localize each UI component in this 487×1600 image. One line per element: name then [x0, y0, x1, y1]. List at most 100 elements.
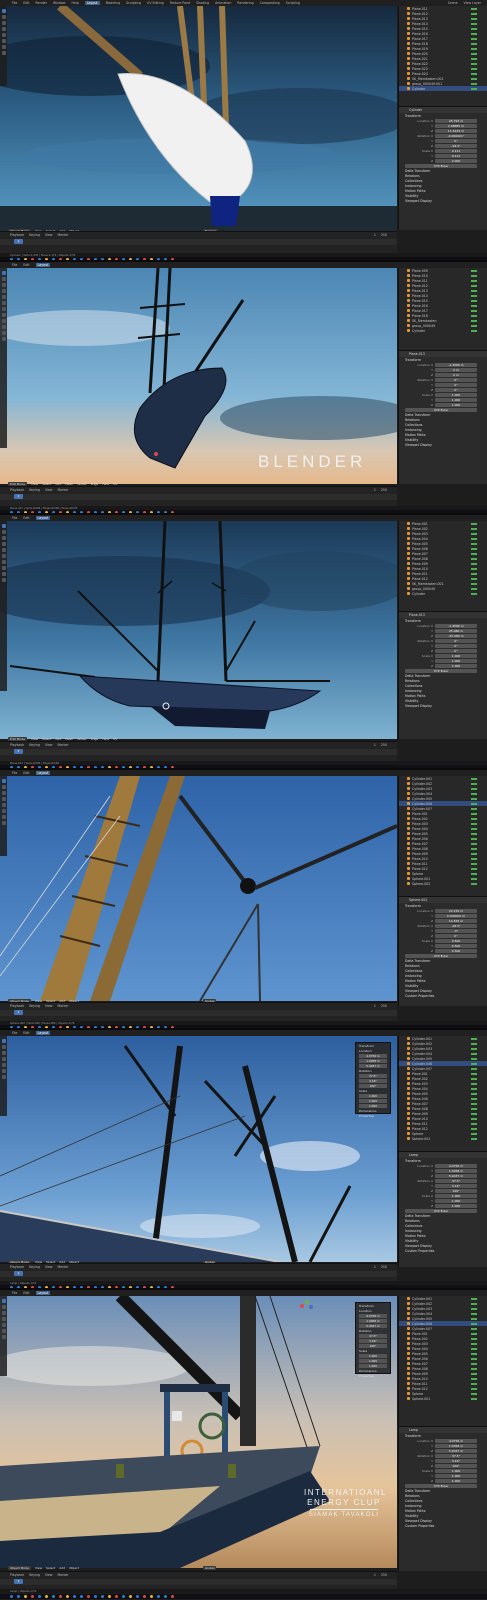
taskbar-app-icon[interactable]	[164, 258, 167, 260]
taskbar-app-icon[interactable]	[24, 766, 27, 768]
rotate-tool-icon[interactable]	[1, 27, 6, 31]
navigation-gizmo[interactable]	[300, 1300, 314, 1314]
n-panel-value-input[interactable]: 1.000	[359, 1093, 387, 1098]
extrude-tool-icon[interactable]	[1, 554, 6, 558]
field-value-input[interactable]: 106°	[435, 1188, 477, 1193]
n-panel-value-input[interactable]: 5.9037 m	[359, 1323, 387, 1328]
timeline-menu[interactable]: View	[45, 743, 53, 747]
scale-tool-icon[interactable]	[1, 548, 6, 552]
taskbar-app-icon[interactable]	[24, 1286, 27, 1288]
tab-scripting[interactable]: Scripting	[286, 1, 300, 5]
select-box-tool-icon[interactable]	[1, 1039, 6, 1043]
rotate-tool-icon[interactable]	[1, 1057, 6, 1061]
field-value-input[interactable]: -1.4566 m	[435, 362, 477, 367]
current-frame-playhead[interactable]: 1	[14, 749, 23, 754]
field-value-input[interactable]: 2.58685 m	[435, 123, 477, 128]
outliner-row[interactable]: Sphere.002	[399, 881, 487, 886]
taskbar-app-icon[interactable]	[31, 1595, 34, 1598]
taskbar-app-icon[interactable]	[80, 766, 83, 768]
view-menu[interactable]: View	[31, 482, 38, 486]
taskbar-app-icon[interactable]	[17, 258, 20, 260]
taskbar-app-icon[interactable]	[31, 766, 34, 768]
loop-cut-tool-icon[interactable]	[1, 572, 6, 576]
taskbar-app-icon[interactable]	[73, 1026, 76, 1028]
taskbar-app-icon[interactable]	[129, 766, 132, 768]
taskbar-app-icon[interactable]	[24, 511, 27, 513]
taskbar-app-icon[interactable]	[136, 258, 139, 260]
taskbar-app-icon[interactable]	[101, 258, 104, 260]
start-frame-field[interactable]: 1	[374, 1004, 376, 1008]
taskbar-app-icon[interactable]	[38, 1026, 41, 1028]
taskbar-app-icon[interactable]	[108, 1595, 111, 1598]
field-value-input[interactable]: 0°	[435, 387, 477, 392]
taskbar-app-icon[interactable]	[164, 1286, 167, 1288]
field-value-input[interactable]: 25.793 m	[435, 118, 477, 123]
view-menu[interactable]: View	[31, 737, 38, 741]
timeline-menu[interactable]: Keying	[29, 743, 40, 747]
3d-viewport[interactable]	[0, 6, 397, 231]
cursor-tool-icon[interactable]	[1, 1045, 6, 1049]
tab-shading[interactable]: Shading	[196, 1, 209, 5]
taskbar-app-icon[interactable]	[171, 511, 174, 513]
taskbar-app-icon[interactable]	[164, 766, 167, 768]
taskbar-app-icon[interactable]	[66, 1026, 69, 1028]
end-frame-field[interactable]: 250	[381, 233, 387, 237]
select-box-tool-icon[interactable]	[1, 1299, 6, 1303]
field-value-input[interactable]: 2.000	[435, 158, 477, 163]
select-menu[interactable]: Select	[42, 482, 51, 486]
taskbar-app-icon[interactable]	[80, 1026, 83, 1028]
end-frame-field[interactable]: 250	[381, 743, 387, 747]
start-frame-field[interactable]: 1	[374, 1265, 376, 1269]
annotate-tool-icon[interactable]	[1, 45, 6, 49]
taskbar-app-icon[interactable]	[87, 766, 90, 768]
field-value-input[interactable]: -0.000001°	[435, 133, 477, 138]
menu-render[interactable]: Render	[36, 1, 47, 5]
field-value-input[interactable]: 1.000	[435, 1478, 477, 1483]
taskbar-app-icon[interactable]	[108, 258, 111, 260]
taskbar-app-icon[interactable]	[94, 1286, 97, 1288]
taskbar-app-icon[interactable]	[122, 511, 125, 513]
taskbar-app-icon[interactable]	[136, 511, 139, 513]
menu-edit[interactable]: Edit	[23, 1031, 29, 1035]
taskbar-app-icon[interactable]	[157, 1595, 160, 1598]
field-value-input[interactable]: 5.9037 m	[435, 1173, 477, 1178]
taskbar-app-icon[interactable]	[73, 1595, 76, 1598]
mesh-menu[interactable]: Mesh	[65, 482, 73, 486]
mesh-menu[interactable]: Mesh	[65, 737, 73, 741]
field-value-input[interactable]: 1.000	[435, 1473, 477, 1478]
n-panel-value-input[interactable]: 106°	[359, 1083, 387, 1088]
taskbar-app-icon[interactable]	[171, 258, 174, 260]
taskbar-app-icon[interactable]	[87, 511, 90, 513]
annotate-tool-icon[interactable]	[1, 815, 6, 819]
add-menu[interactable]: Add	[59, 1566, 65, 1570]
vertex-menu[interactable]: Vertex	[77, 482, 87, 486]
menu-file[interactable]: File	[12, 1031, 17, 1035]
end-frame-field[interactable]: 250	[381, 1573, 387, 1577]
menu-edit[interactable]: Edit	[23, 1291, 29, 1295]
taskbar-app-icon[interactable]	[94, 1595, 97, 1598]
tab-layout[interactable]: Layout	[35, 1031, 51, 1035]
field-value-input[interactable]: 0.000000 m	[435, 913, 477, 918]
field-value-input[interactable]: 0°	[435, 138, 477, 143]
n-panel-value-input[interactable]: 106°	[359, 1343, 387, 1348]
move-tool-icon[interactable]	[1, 283, 6, 287]
taskbar-app-icon[interactable]	[150, 1026, 153, 1028]
taskbar-app-icon[interactable]	[115, 1026, 118, 1028]
field-value-input[interactable]: 14.834 m	[435, 918, 477, 923]
taskbar-app-icon[interactable]	[87, 1595, 90, 1598]
taskbar-app-icon[interactable]	[38, 766, 41, 768]
x-axis-icon[interactable]	[300, 1304, 304, 1308]
tab-rendering[interactable]: Rendering	[237, 1, 253, 5]
taskbar-app-icon[interactable]	[164, 511, 167, 513]
n-panel-value-input[interactable]: 37.3°	[359, 1333, 387, 1338]
menu-edit[interactable]: Edit	[23, 263, 29, 267]
taskbar-app-icon[interactable]	[45, 1286, 48, 1288]
field-value-input[interactable]: 1.000	[435, 1198, 477, 1203]
end-frame-field[interactable]: 250	[381, 1004, 387, 1008]
field-value-input[interactable]: 11.5125 m	[435, 128, 477, 133]
outliner-row[interactable]: Cylinder	[399, 86, 487, 91]
current-frame-playhead[interactable]: 1	[14, 1579, 23, 1584]
field-value-input[interactable]: 0 m	[435, 372, 477, 377]
taskbar-app-icon[interactable]	[52, 511, 55, 513]
taskbar-app-icon[interactable]	[73, 511, 76, 513]
